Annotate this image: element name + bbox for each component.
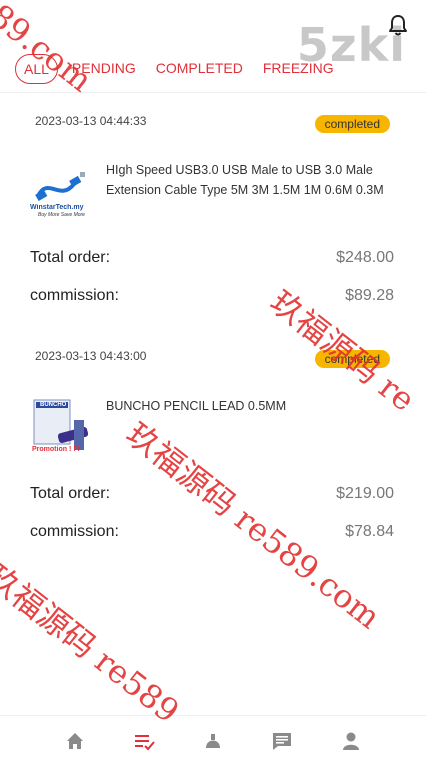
total-order-row: Total order: $248.00 — [30, 249, 394, 267]
messages-icon[interactable] — [271, 730, 293, 752]
total-order-value: $248.00 — [336, 249, 394, 266]
tab-all[interactable]: ALL — [15, 54, 58, 84]
product-name: HIgh Speed USB3.0 USB Male to USB 3.0 Ma… — [106, 163, 384, 197]
total-order-label: Total order: — [30, 485, 111, 502]
service-icon[interactable] — [202, 730, 224, 752]
total-order-label: Total order: — [30, 249, 111, 266]
commission-label: commission: — [30, 523, 119, 540]
thumb-brand: WinstarTech.my — [30, 204, 84, 211]
commission-label: commission: — [30, 287, 119, 304]
status-tabs: ALL PENDING COMPLETED FREEZING — [15, 54, 344, 84]
commission-value: $78.84 — [345, 523, 394, 540]
bell-icon[interactable] — [388, 14, 408, 36]
watermark-text: 玖福源码 re589 — [0, 556, 187, 731]
profile-icon[interactable] — [340, 730, 362, 752]
thumb-brand: BUNCHO — [40, 402, 67, 408]
total-order-value: $219.00 — [336, 485, 394, 502]
tab-completed[interactable]: COMPLETED — [146, 54, 253, 84]
total-order-row: Total order: $219.00 — [30, 485, 394, 503]
home-icon[interactable] — [64, 730, 86, 752]
commission-row: commission: $78.84 — [30, 523, 394, 541]
tab-freezing[interactable]: FREEZING — [253, 54, 344, 84]
order-timestamp: 2023-03-13 04:43:00 — [35, 349, 147, 363]
bottom-nav — [0, 715, 426, 765]
thumb-tagline: Buy More Save More — [38, 212, 85, 218]
status-badge: completed — [314, 350, 390, 368]
order-card[interactable]: 2023-03-13 04:44:33 completed WinstarTec… — [0, 100, 426, 320]
order-card[interactable]: 2023-03-13 04:43:00 completed BUNCHO Pro… — [0, 336, 426, 556]
product-name: BUNCHO PENCIL LEAD 0.5MM — [106, 399, 287, 413]
status-badge: completed — [314, 115, 390, 133]
commission-row: commission: $89.28 — [30, 287, 394, 305]
tab-pending[interactable]: PENDING — [62, 54, 146, 84]
orders-icon[interactable] — [133, 730, 155, 752]
watermark-text: 589.com — [0, 0, 100, 100]
commission-value: $89.28 — [345, 287, 394, 304]
tabs-divider — [0, 92, 426, 93]
thumb-tagline: Promotion ! ! ! — [32, 446, 80, 453]
order-timestamp: 2023-03-13 04:44:33 — [35, 114, 147, 128]
